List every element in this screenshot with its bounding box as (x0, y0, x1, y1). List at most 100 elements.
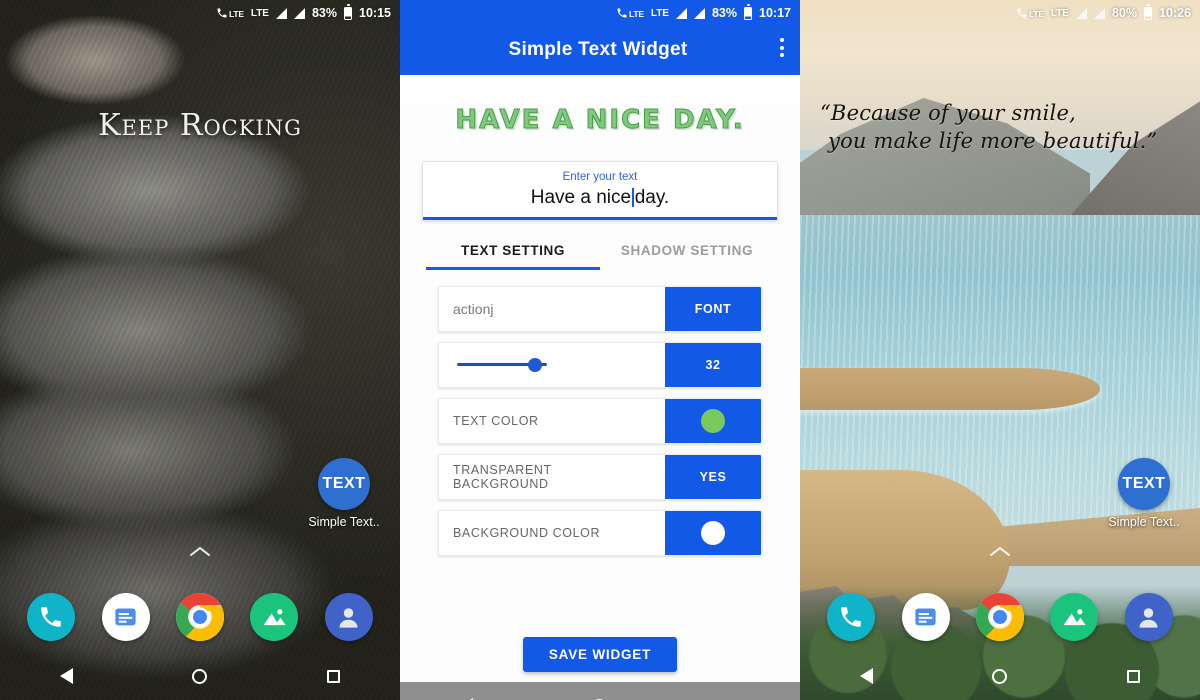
nav-bar-right (800, 652, 1200, 700)
slider-track (457, 357, 547, 372)
input-focus-underline (423, 217, 777, 220)
transparent-background-toggle[interactable]: YES (665, 454, 761, 499)
settings-body: HAVE A NICE DAY. Enter your text Have a … (400, 105, 800, 700)
dock-icon-contacts[interactable] (1124, 593, 1173, 641)
app-screen-middle: LTE LTE 83% 10:17 Simple Text Widget HAV… (400, 0, 800, 700)
status-bar-left: LTE LTE 83% 10:15 (0, 0, 400, 26)
app-icon-simple-text[interactable]: TEXT Simple Text.. (1098, 458, 1190, 529)
size-slider[interactable] (439, 343, 665, 387)
text-color-swatch (701, 408, 725, 433)
save-widget-button[interactable]: SAVE WIDGET (522, 637, 678, 672)
call-lte-label: LTE (229, 9, 244, 19)
dock-icon-photos[interactable] (1050, 593, 1099, 641)
text-cursor (632, 188, 634, 207)
setting-row-size[interactable]: 32 (438, 341, 762, 388)
app-drawer-chevron-up-icon[interactable] (189, 544, 211, 562)
nav-recents-icon[interactable] (327, 669, 341, 683)
dock-icon-phone[interactable] (827, 593, 876, 641)
app-icon-glyph: TEXT (318, 458, 370, 510)
settings-tabs: TEXT SETTING SHADOW SETTING (426, 243, 774, 270)
text-input-value[interactable]: Have a nice day. (433, 187, 767, 217)
settings-rows: actionj FONT 32 TEXT COLOR TRANSPARENT B… (438, 285, 762, 556)
signal-bars-1-icon (675, 7, 687, 19)
battery-percent: 83% (311, 6, 338, 20)
quote-line-2: you make life more beautiful.” (828, 128, 1158, 153)
battery-icon (344, 4, 353, 20)
home-screen-left: LTE LTE 83% 10:15 Keep Rocking TEXT Simp… (0, 0, 400, 700)
dock-icon-messages[interactable] (901, 593, 950, 641)
transparent-background-label: TRANSPARENT BACKGROUND (453, 462, 552, 491)
signal-bars-2-icon (693, 7, 705, 19)
dock-left (0, 582, 400, 652)
dock-icon-messages[interactable] (101, 593, 150, 641)
battery-icon (744, 4, 753, 20)
nav-home-icon[interactable] (992, 668, 1008, 684)
clock: 10:26 (1159, 6, 1191, 20)
signal-bars-2-icon (1093, 7, 1105, 19)
nav-recents-icon[interactable] (1127, 669, 1141, 683)
dock-right (800, 582, 1200, 652)
home-screen-right: LTE LTE 80% 10:26 “Because of your smile… (800, 0, 1200, 700)
app-drawer-chevron-up-icon[interactable] (989, 544, 1011, 562)
nav-bar-middle (400, 682, 800, 700)
dock-icon-chrome[interactable] (175, 593, 224, 641)
text-input-label: Enter your text (562, 171, 638, 183)
dock-icon-photos[interactable] (250, 593, 299, 641)
dock-icon-chrome[interactable] (975, 593, 1024, 641)
font-name-value[interactable]: actionj (439, 287, 665, 331)
nav-bar-left (0, 652, 400, 700)
background-color-label: BACKGROUND COLOR (453, 525, 601, 540)
overflow-menu-icon[interactable] (780, 38, 784, 61)
call-lte-icon: LTE (1016, 7, 1044, 19)
nav-back-icon[interactable] (859, 668, 873, 684)
app-icon-glyph: TEXT (1118, 458, 1170, 510)
input-value-before-caret: Have a nice (530, 187, 632, 208)
signal-bars-1-icon (275, 7, 287, 19)
font-button[interactable]: FONT (665, 286, 761, 331)
clock: 10:17 (759, 6, 791, 20)
background-color-swatch (701, 520, 725, 545)
battery-percent: 80% (1111, 6, 1138, 20)
setting-row-background-color[interactable]: BACKGROUND COLOR (438, 509, 762, 556)
app-icon-label: Simple Text.. (308, 515, 380, 529)
app-icon-label: Simple Text.. (1108, 515, 1180, 529)
slider-thumb[interactable] (528, 357, 542, 372)
nav-back-icon[interactable] (59, 668, 73, 684)
clock: 10:15 (359, 6, 391, 20)
background-color-button[interactable] (665, 510, 761, 555)
text-color-button[interactable] (665, 398, 761, 443)
setting-row-text-color[interactable]: TEXT COLOR (438, 397, 762, 444)
battery-percent: 83% (711, 6, 738, 20)
input-value-after-caret: day. (634, 187, 670, 208)
status-bar-middle: LTE LTE 83% 10:17 (400, 0, 800, 26)
dock-icon-phone[interactable] (27, 593, 76, 641)
nav-home-icon[interactable] (192, 668, 208, 684)
lte-label: LTE (650, 7, 669, 19)
page-title: Simple Text Widget (508, 39, 688, 60)
battery-icon (1144, 4, 1153, 20)
size-value-button[interactable]: 32 (665, 342, 761, 387)
setting-row-font[interactable]: actionj FONT (438, 285, 762, 332)
app-icon-simple-text[interactable]: TEXT Simple Text.. (298, 458, 390, 529)
status-bar-right: LTE LTE 80% 10:26 (800, 0, 1200, 26)
dock-icon-contacts[interactable] (324, 593, 373, 641)
call-lte-label: LTE (629, 9, 644, 19)
lte-label: LTE (250, 7, 269, 19)
lte-label: LTE (1050, 7, 1069, 19)
text-color-label: TEXT COLOR (453, 413, 539, 428)
text-widget-right[interactable]: “Because of your smile, you make life mo… (820, 100, 1186, 155)
app-bar: LTE LTE 83% 10:17 Simple Text Widget (400, 0, 800, 75)
tab-shadow-setting[interactable]: SHADOW SETTING (600, 243, 774, 270)
setting-row-transparent-background[interactable]: TRANSPARENT BACKGROUND YES (438, 453, 762, 500)
tab-text-setting[interactable]: TEXT SETTING (426, 243, 600, 270)
call-lte-icon: LTE (616, 7, 644, 19)
coast-sandbar-upper (800, 368, 1100, 410)
text-input-card[interactable]: Enter your text Have a nice day. (422, 161, 778, 221)
quote-line-1: “Because of your smile, (820, 101, 1076, 125)
text-widget-left[interactable]: Keep Rocking (0, 108, 400, 143)
call-lte-icon: LTE (216, 7, 244, 19)
call-lte-label: LTE (1029, 9, 1044, 19)
signal-bars-1-icon (1075, 7, 1087, 19)
save-widget-area: SAVE WIDGET (400, 637, 800, 672)
signal-bars-2-icon (293, 7, 305, 19)
